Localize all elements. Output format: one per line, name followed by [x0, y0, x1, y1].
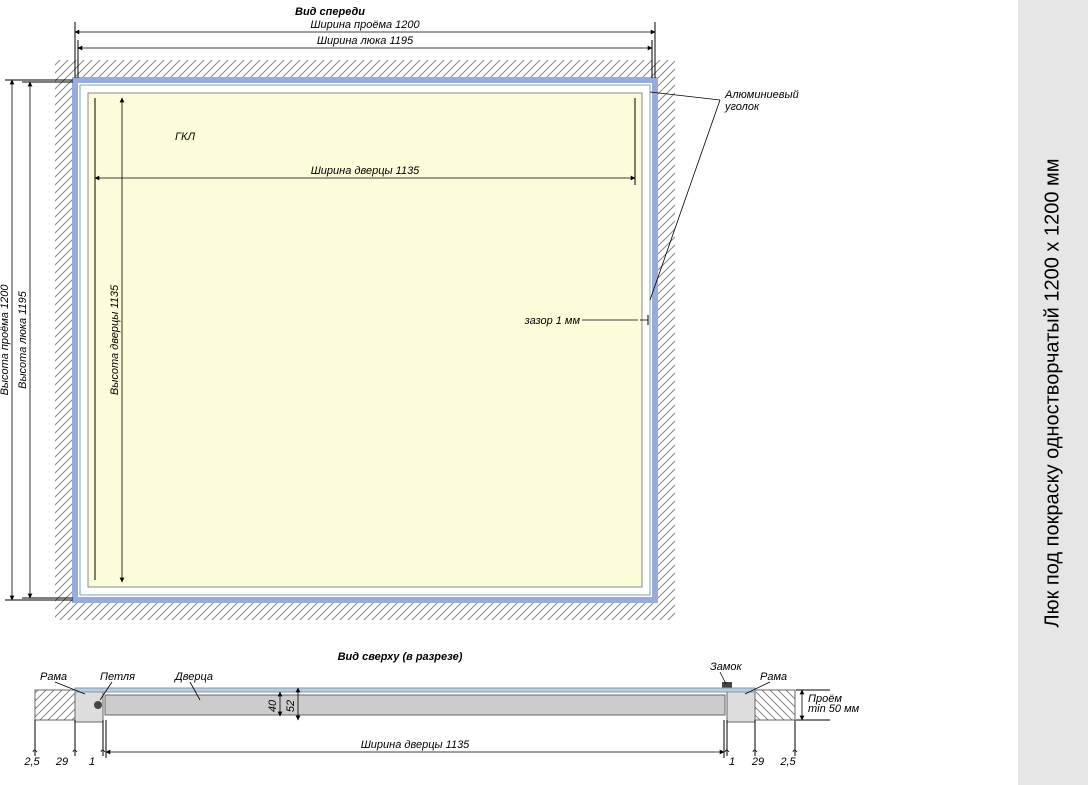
- dim-29r: 29: [751, 756, 764, 768]
- sidebar-title-bar: Люк под покраску одностворчатый 1200 х 1…: [1018, 0, 1088, 785]
- top-view: [35, 682, 795, 722]
- dim-top-door-width: Ширина дверцы 1135: [106, 720, 724, 758]
- dims-right-cluster: 1 29 2,5: [725, 720, 797, 768]
- dim-opening-depth: Проёмmin 50 мм: [796, 690, 860, 720]
- dim-label: 52: [285, 700, 297, 712]
- front-title: Вид спереди: [295, 6, 365, 18]
- dim-label: Ширина люка 1195: [317, 35, 414, 47]
- dim-label: Высота дверцы 1135: [109, 284, 121, 395]
- drawing-canvas: Вид спереди Ширина проёма 1200 Ширина лю…: [0, 0, 1018, 785]
- dim-1: 1: [89, 756, 95, 768]
- dims-left-cluster: 2,5 29 1: [23, 720, 105, 768]
- label-gkl: ГКЛ: [175, 131, 195, 143]
- label-frame: Рама: [40, 671, 67, 683]
- label-door: Дверца: [173, 671, 213, 683]
- dim-1r: 1: [729, 756, 735, 768]
- dim-label: Проёмmin 50 мм: [808, 693, 860, 715]
- dim-label: Высота люка 1195: [17, 290, 29, 389]
- dim-25r: 2,5: [779, 756, 796, 768]
- dim-label: Ширина проёма 1200: [310, 19, 420, 31]
- dim-label: Высота проёма 1200: [0, 284, 11, 396]
- label-lock: Замок: [710, 661, 743, 673]
- top-labels: Рама Петля Дверца Замок Рама: [40, 661, 787, 700]
- callout-label: Алюминиевыйуголок: [724, 89, 799, 113]
- dim-29: 29: [55, 756, 68, 768]
- front-view: [55, 60, 675, 620]
- dim-label: Ширина дверцы 1135: [311, 165, 420, 177]
- callout-label: зазор 1 мм: [524, 315, 581, 327]
- dim-label: Ширина дверцы 1135: [361, 739, 470, 751]
- sidebar-title: Люк под покраску одностворчатый 1200 х 1…: [1042, 158, 1065, 627]
- dim-label: 40: [267, 699, 279, 712]
- label-frame-right: Рама: [760, 671, 787, 683]
- dim-25: 2,5: [23, 756, 40, 768]
- top-title: Вид сверху (в разрезе): [338, 651, 463, 663]
- label-hinge: Петля: [100, 671, 135, 683]
